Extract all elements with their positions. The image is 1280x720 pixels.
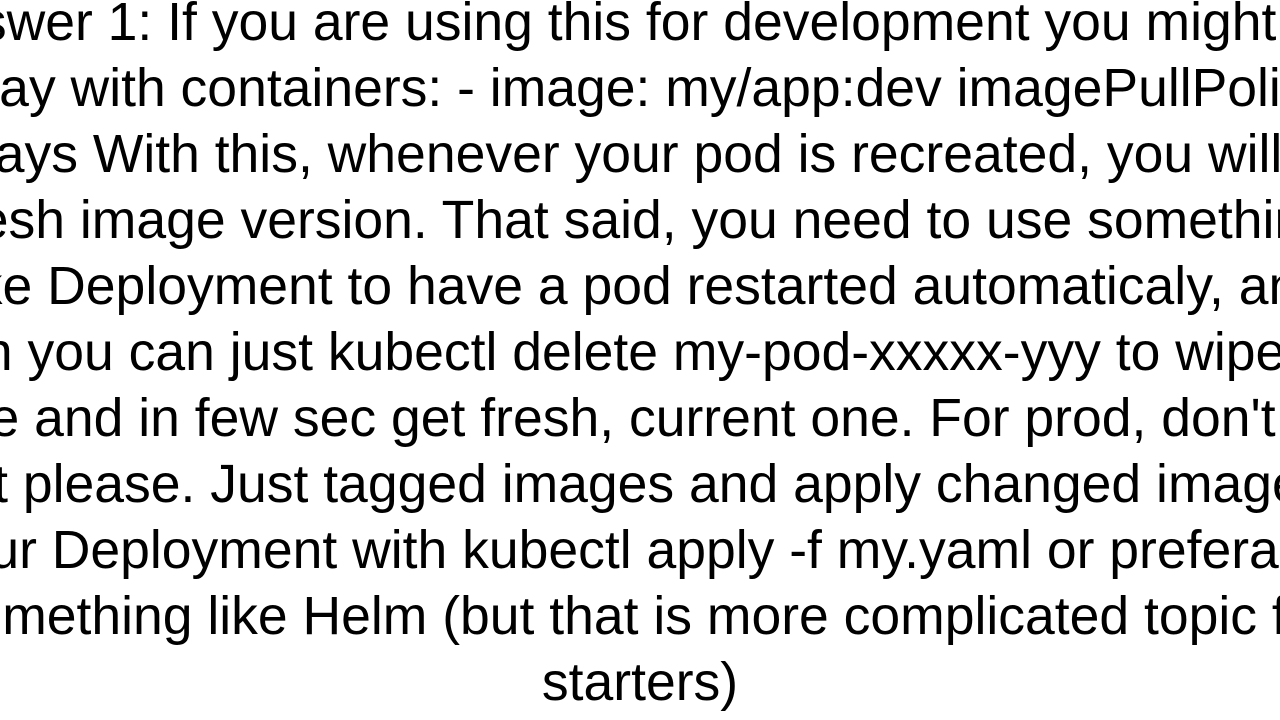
document-viewport: Answer 1: If you are using this for deve… <box>0 0 1280 720</box>
answer-body-text: Answer 1: If you are using this for deve… <box>0 0 1280 716</box>
